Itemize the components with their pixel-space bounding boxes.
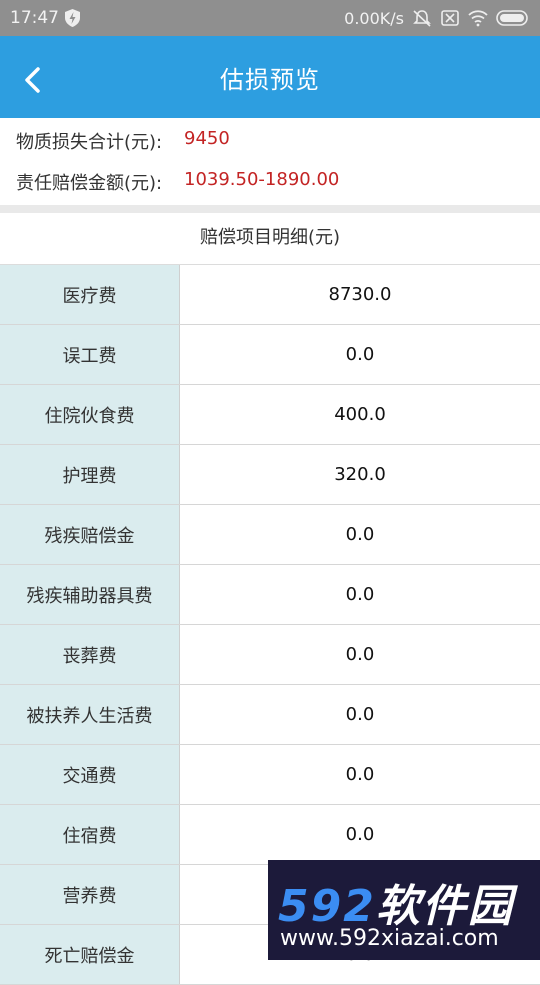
item-name: 住宿费 [0, 805, 180, 864]
app-bar: 估损预览 [0, 36, 540, 118]
details-title: 赔偿项目明细(元) [0, 213, 540, 265]
status-bar: 17:47 0.00K/s [0, 0, 540, 36]
item-name: 残疾辅助器具费 [0, 565, 180, 624]
item-amount: 400.0 [334, 404, 386, 425]
summary-section: 物质损失合计(元): 9450 责任赔偿金额(元): 1039.50-1890.… [0, 118, 540, 206]
table-row: 残疾辅助器具费 0.0 [0, 565, 540, 625]
item-amount: 8730.0 [328, 284, 392, 305]
battery-icon [496, 10, 528, 26]
watermark-logo-number: 592 [278, 881, 376, 932]
material-loss-row: 物质损失合计(元): 9450 [16, 128, 230, 154]
network-speed: 0.00K/s [344, 8, 404, 28]
status-time: 17:47 [10, 8, 59, 28]
item-amount: 0.0 [345, 644, 375, 665]
wifi-icon [468, 10, 488, 27]
item-amount: 0.0 [345, 704, 375, 725]
item-name: 住院伙食费 [0, 385, 180, 444]
liability-value: 1039.50-1890.00 [184, 169, 340, 190]
item-amount: 0.0 [345, 584, 375, 605]
liability-row: 责任赔偿金额(元): 1039.50-1890.00 [16, 169, 339, 195]
item-name: 残疾赔偿金 [0, 505, 180, 564]
watermark-logo-text: 软件园 [375, 881, 514, 932]
watermark-logo: 592软件园 [278, 870, 514, 934]
table-row: 残疾赔偿金 0.0 [0, 505, 540, 565]
item-amount: 0.0 [345, 824, 375, 845]
table-row: 护理费 320.0 [0, 445, 540, 505]
table-row: 丧葬费 0.0 [0, 625, 540, 685]
no-sim-icon [441, 10, 459, 26]
shield-bolt-icon [65, 9, 80, 27]
table-row: 医疗费 8730.0 [0, 265, 540, 325]
table-row: 被扶养人生活费 0.0 [0, 685, 540, 745]
item-name: 被扶养人生活费 [0, 685, 180, 744]
page-title: 估损预览 [220, 66, 320, 94]
item-amount: 0.0 [345, 524, 375, 545]
material-loss-label: 物质损失合计(元): [16, 132, 163, 153]
section-divider [0, 205, 540, 213]
item-name: 医疗费 [0, 265, 180, 324]
table-row: 住宿费 0.0 [0, 805, 540, 865]
table-row: 误工费 0.0 [0, 325, 540, 385]
watermark-url: www.592xiazai.com [280, 926, 499, 951]
item-name: 死亡赔偿金 [0, 925, 180, 984]
material-loss-value: 9450 [184, 128, 230, 149]
table-row: 住院伙食费 400.0 [0, 385, 540, 445]
item-amount: 0.0 [345, 344, 375, 365]
status-right-group: 0.00K/s [344, 6, 530, 30]
item-name: 护理费 [0, 445, 180, 504]
item-amount: 320.0 [334, 464, 386, 485]
site-watermark: 592软件园 www.592xiazai.com [268, 860, 540, 960]
item-name: 交通费 [0, 745, 180, 804]
mute-bell-icon [413, 10, 431, 27]
liability-label: 责任赔偿金额(元): [16, 173, 163, 194]
item-name: 误工费 [0, 325, 180, 384]
item-amount: 0.0 [345, 764, 375, 785]
item-name: 丧葬费 [0, 625, 180, 684]
item-name: 营养费 [0, 865, 180, 924]
table-row: 交通费 0.0 [0, 745, 540, 805]
